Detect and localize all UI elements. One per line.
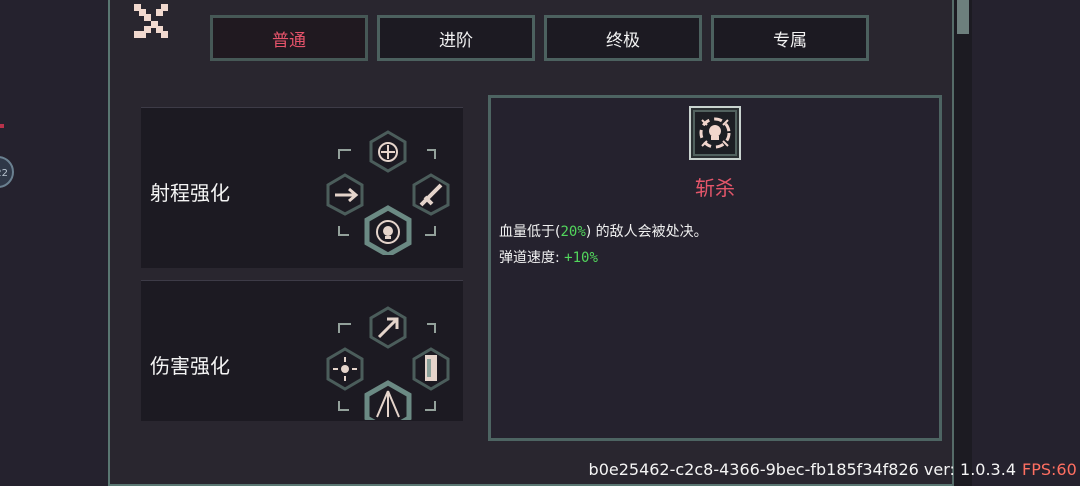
shell-icon[interactable] (425, 355, 437, 381)
upgrade-label-range: 射程强化 (150, 181, 230, 205)
tab-ultimate[interactable]: 终极 (544, 15, 702, 61)
skull-target-icon[interactable] (376, 220, 400, 244)
skill-description-line-2: 弹道速度: +10% (499, 247, 598, 267)
close-button[interactable] (134, 4, 168, 38)
rising-arrow-icon[interactable] (377, 317, 399, 339)
upgrade-label-damage: 伤害强化 (150, 354, 230, 378)
close-icon (134, 4, 168, 38)
stat-label: 弹道速度: (499, 250, 565, 266)
tab-advanced[interactable]: 进阶 (377, 15, 535, 61)
side-counter-badge[interactable]: 22 (0, 156, 14, 188)
threshold-value: 20% (560, 224, 586, 240)
description-text: 血量低于( (499, 224, 561, 240)
damage-upgrade-cycle (326, 306, 450, 420)
range-upgrade-cycle (326, 130, 450, 255)
tab-exclusive[interactable]: 专属 (711, 15, 869, 61)
crosshair-icon[interactable] (378, 142, 398, 162)
stat-value: +10% (564, 250, 598, 266)
fps-counter: FPS:60 (1022, 460, 1077, 479)
gun-icon[interactable] (419, 183, 443, 207)
build-id-text: b0e25462-c2c8-4366-9bec-fb185f34f826 ver… (588, 460, 1016, 479)
left-edge-marker (0, 124, 4, 128)
description-text: ) 的敌人会被处决。 (585, 224, 708, 240)
skill-name: 斩杀 (695, 176, 735, 200)
scrollbar[interactable] (952, 0, 972, 486)
scrollbar-thumb[interactable] (957, 0, 969, 34)
burst-icon[interactable] (333, 357, 357, 381)
wide-shot-icon[interactable] (376, 390, 400, 418)
tab-normal[interactable]: 普通 (210, 15, 368, 61)
skill-description-line-1: 血量低于(20%) 的敌人会被处决。 (499, 221, 708, 241)
arrow-shot-icon[interactable] (335, 187, 359, 203)
skull-target-icon (689, 106, 741, 160)
